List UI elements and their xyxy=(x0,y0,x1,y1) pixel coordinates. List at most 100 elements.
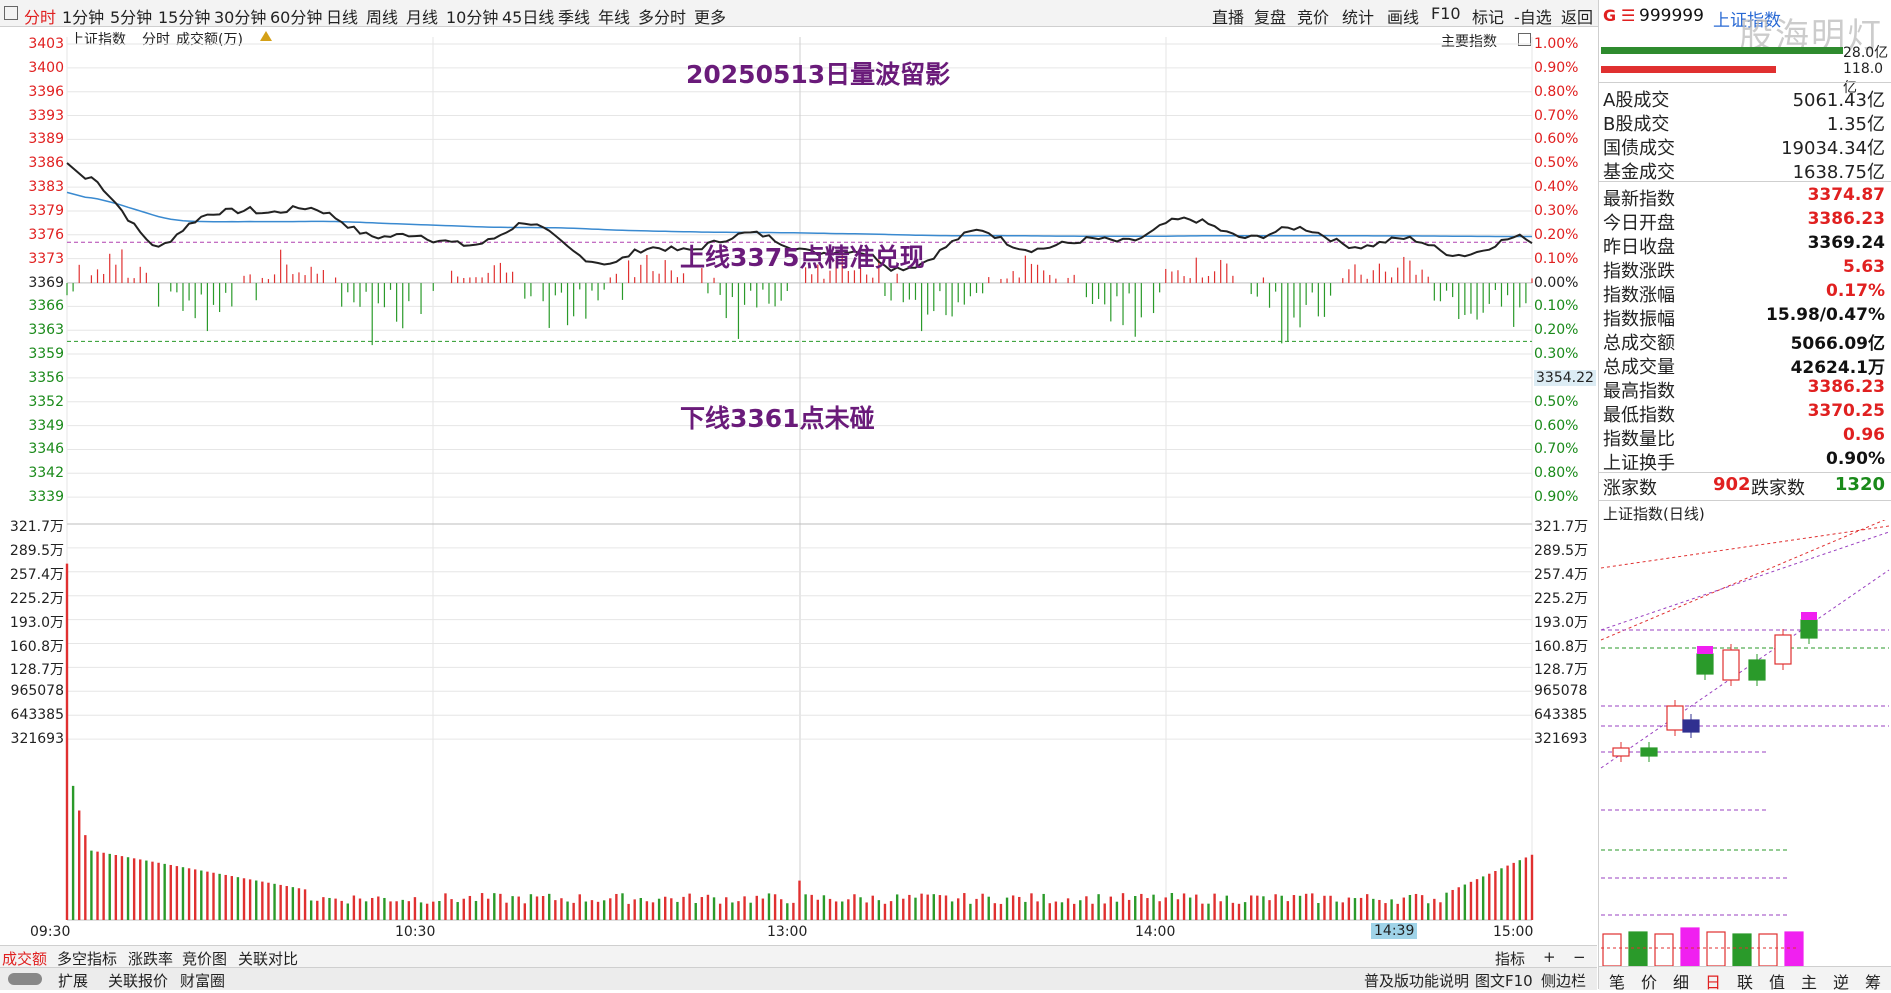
period-tab[interactable]: 分时 xyxy=(24,4,56,28)
period-tab[interactable]: 5分钟 xyxy=(110,4,152,28)
f10-link[interactable]: 图文F10 xyxy=(1475,970,1533,991)
indicator-button[interactable]: 指标 xyxy=(1495,948,1525,969)
period-tab[interactable]: 30分钟 xyxy=(214,4,266,28)
volume-tick: 128.7万 xyxy=(9,662,64,679)
buy-volume-bar xyxy=(1601,47,1843,54)
price-tick: 3379 xyxy=(28,202,64,219)
toolbar-button[interactable]: 标记 xyxy=(1472,4,1504,28)
panel-tab[interactable]: 逆 xyxy=(1833,969,1849,993)
volume-tick-right: 257.4万 xyxy=(1534,566,1589,583)
buy-volume-label: 28.0亿 xyxy=(1843,45,1889,61)
turnover-row: A股成交 5061.43亿 xyxy=(1601,86,1889,111)
panel-toggle-icon[interactable] xyxy=(4,6,18,20)
toolbar-button[interactable]: 返回 xyxy=(1561,4,1593,28)
period-tab[interactable]: 季线 xyxy=(558,4,590,28)
price-tick: 3389 xyxy=(28,131,64,148)
indicator-tab[interactable]: 成交额 xyxy=(2,948,47,969)
period-tab[interactable]: 多分时 xyxy=(638,4,686,28)
time-tick: 14:00 xyxy=(1135,924,1176,940)
daily-volume-bar xyxy=(1732,933,1752,967)
period-tab[interactable]: 10分钟 xyxy=(446,4,498,28)
panel-tab[interactable]: 值 xyxy=(1769,969,1785,993)
period-tab[interactable]: 日线 xyxy=(326,4,358,28)
time-tick: 10:30 xyxy=(395,924,436,940)
toolbar-button[interactable]: -自选 xyxy=(1514,4,1552,28)
price-tick: 3363 xyxy=(28,322,64,339)
percent-tick: 0.70% xyxy=(1534,441,1579,458)
period-tab[interactable]: 1分钟 xyxy=(62,4,104,28)
panel-tab[interactable]: 主 xyxy=(1801,969,1817,993)
turnover-label: 国债成交 xyxy=(1603,138,1675,159)
period-tab[interactable]: 更多 xyxy=(694,4,726,28)
indicator-tab[interactable]: 竞价图 xyxy=(182,948,227,969)
percent-tick: 0.70% xyxy=(1534,107,1579,124)
indicator-tab[interactable]: 涨跌率 xyxy=(128,948,173,969)
period-tab[interactable]: 15分钟 xyxy=(158,4,210,28)
expand-button[interactable]: 扩展 xyxy=(58,970,88,991)
percent-tick: 0.40% xyxy=(1534,179,1579,196)
indicator-tab[interactable]: 多空指标 xyxy=(57,948,117,969)
stat-label: 总成交额 xyxy=(1603,333,1675,354)
toolbar-button[interactable]: 复盘 xyxy=(1254,4,1286,28)
toolbar-button[interactable]: 画线 xyxy=(1387,4,1419,28)
stat-value: 3369.24 xyxy=(1807,233,1885,253)
period-tab[interactable]: 60分钟 xyxy=(270,4,322,28)
price-tick: 3376 xyxy=(28,226,64,243)
intraday-chart: 上证指数 分时 成交额(万) 主要指数 20250513日量波留影 上线3375… xyxy=(0,27,1597,949)
related-quotes-button[interactable]: 关联报价 xyxy=(108,970,168,991)
cursor-time: 14:39 xyxy=(1371,923,1418,939)
feature-guide-link[interactable]: 普及版功能说明 xyxy=(1364,970,1469,991)
stat-value: 3386.23 xyxy=(1807,209,1885,229)
indicator-tab[interactable]: 关联对比 xyxy=(238,948,298,969)
toolbar-button[interactable]: 竞价 xyxy=(1297,4,1329,28)
candle-body xyxy=(1612,747,1630,757)
volume-tick-right: 128.7万 xyxy=(1534,662,1589,679)
panel-tab[interactable]: 细 xyxy=(1673,969,1689,993)
percent-tick: 0.20% xyxy=(1534,322,1579,339)
panel-tab[interactable]: 笔 xyxy=(1609,969,1625,993)
period-tab[interactable]: 45日线 xyxy=(502,4,554,28)
volume-tick-right: 965078 xyxy=(1534,683,1588,700)
percent-tick: 0.90% xyxy=(1534,489,1579,506)
toolbar-button[interactable]: 直播 xyxy=(1212,4,1244,28)
volume-tick: 643385 xyxy=(10,707,64,724)
sidebar-toggle[interactable]: 侧边栏 xyxy=(1541,970,1586,991)
price-tick: 3339 xyxy=(28,489,64,506)
wealth-circle-button[interactable]: 财富圈 xyxy=(180,970,225,991)
sell-volume-bar xyxy=(1601,66,1776,73)
menu-icon[interactable]: ☰ xyxy=(1621,6,1635,25)
zoom-in-button[interactable]: + xyxy=(1543,948,1556,966)
toggle-switch-icon[interactable] xyxy=(8,973,42,985)
period-toolbar: 分时 1分钟 5分钟 15分钟 30分钟 60分钟 日线 周线 月线 10分钟 45日线 季线 年线 多分… xyxy=(0,0,1600,27)
period-tab[interactable]: 周线 xyxy=(366,4,398,28)
g-icon[interactable]: G xyxy=(1603,6,1616,25)
volume-tick: 289.5万 xyxy=(9,542,64,559)
toolbar-button[interactable]: 统计 xyxy=(1342,4,1374,28)
toolbar-button[interactable]: F10 xyxy=(1431,4,1461,23)
stat-row: 指数量比 0.96 xyxy=(1601,425,1889,450)
period-tab[interactable]: 年线 xyxy=(598,4,630,28)
stat-row: 今日开盘 3386.23 xyxy=(1601,209,1889,234)
price-tick: 3369 xyxy=(28,274,64,291)
down-count-label: 跌家数 xyxy=(1751,478,1805,499)
panel-tab[interactable]: 日 xyxy=(1705,969,1721,993)
candle-body xyxy=(1774,634,1792,665)
panel-tab[interactable]: 联 xyxy=(1737,969,1753,993)
panel-tab[interactable]: 价 xyxy=(1641,969,1657,993)
candle-body xyxy=(1682,719,1700,733)
panel-tab[interactable]: 筹 xyxy=(1865,969,1881,993)
price-marker: 3354.22 xyxy=(1534,369,1596,386)
candle-body xyxy=(1748,659,1766,681)
support-trendline xyxy=(1600,569,1890,769)
stat-value: 3370.25 xyxy=(1807,401,1885,421)
up-count: 902 xyxy=(1713,474,1751,495)
percent-tick: 1.00% xyxy=(1534,36,1579,52)
percent-tick: 0.10% xyxy=(1534,250,1579,267)
zoom-out-button[interactable]: − xyxy=(1573,948,1586,966)
daily-kline-chart[interactable] xyxy=(1599,520,1891,968)
percent-tick: 0.10% xyxy=(1534,298,1579,315)
percent-tick: 0.80% xyxy=(1534,465,1579,482)
period-tab[interactable]: 月线 xyxy=(406,4,438,28)
chart-canvas[interactable] xyxy=(0,27,1597,949)
stat-row: 指数振幅 15.98/0.47% xyxy=(1601,305,1889,330)
